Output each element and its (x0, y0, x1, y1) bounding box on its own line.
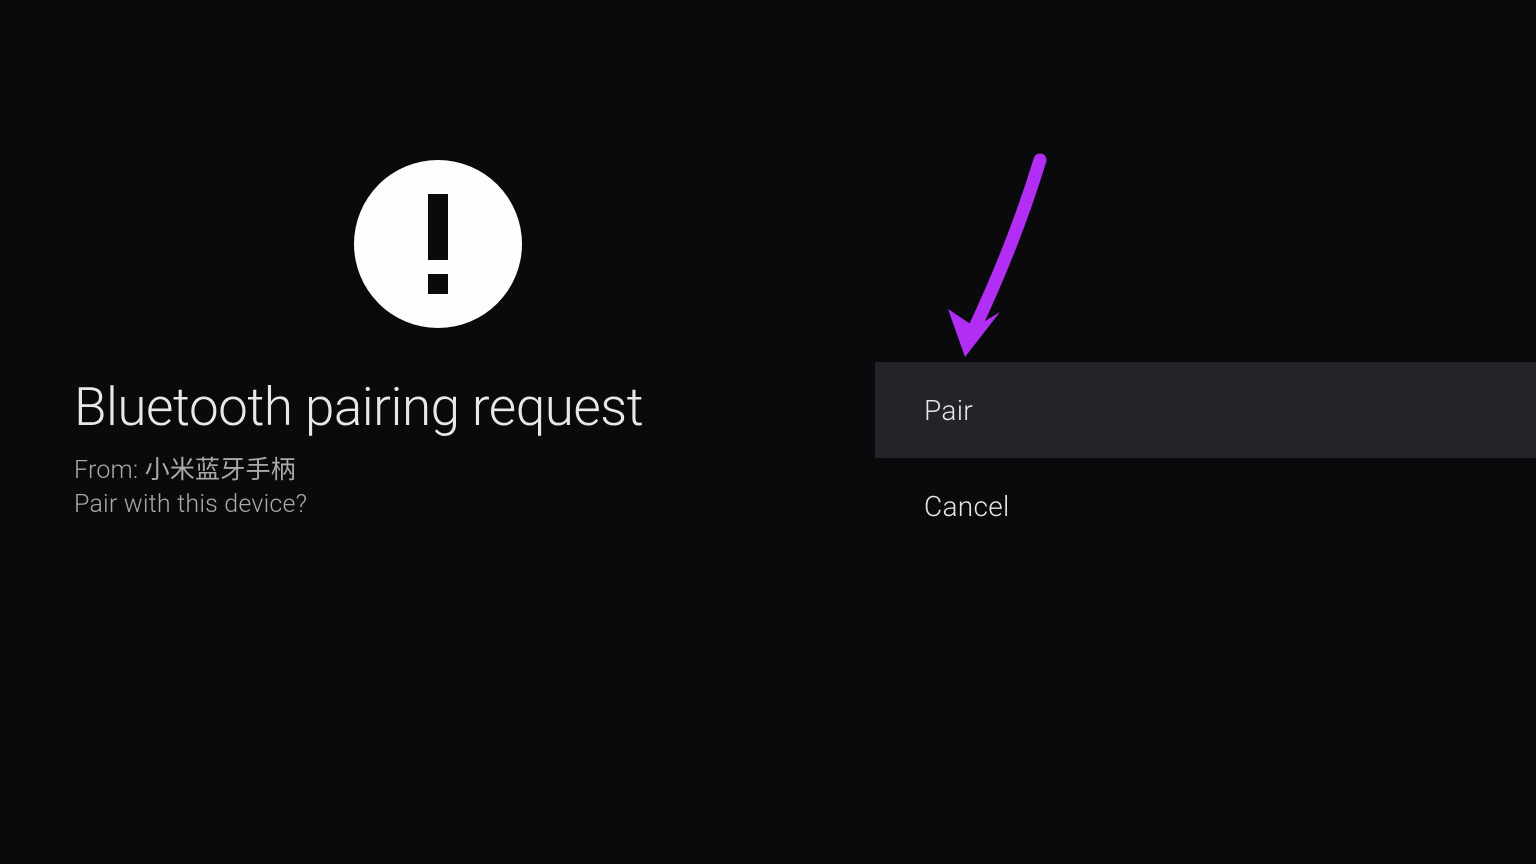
exclamation-mark-icon (428, 194, 448, 294)
action-list: Pair Cancel (875, 362, 1536, 554)
pair-button[interactable]: Pair (875, 362, 1536, 458)
dialog-prompt: Pair with this device? (74, 490, 834, 519)
dialog-from-line: From: 小米蓝牙手柄 (74, 450, 834, 486)
cancel-button[interactable]: Cancel (875, 458, 1536, 554)
alert-icon (354, 160, 522, 328)
pair-button-label: Pair (924, 394, 973, 427)
dialog-content: Bluetooth pairing request From: 小米蓝牙手柄 P… (74, 160, 834, 519)
cancel-button-label: Cancel (924, 490, 1010, 523)
dialog-title: Bluetooth pairing request (74, 378, 834, 436)
